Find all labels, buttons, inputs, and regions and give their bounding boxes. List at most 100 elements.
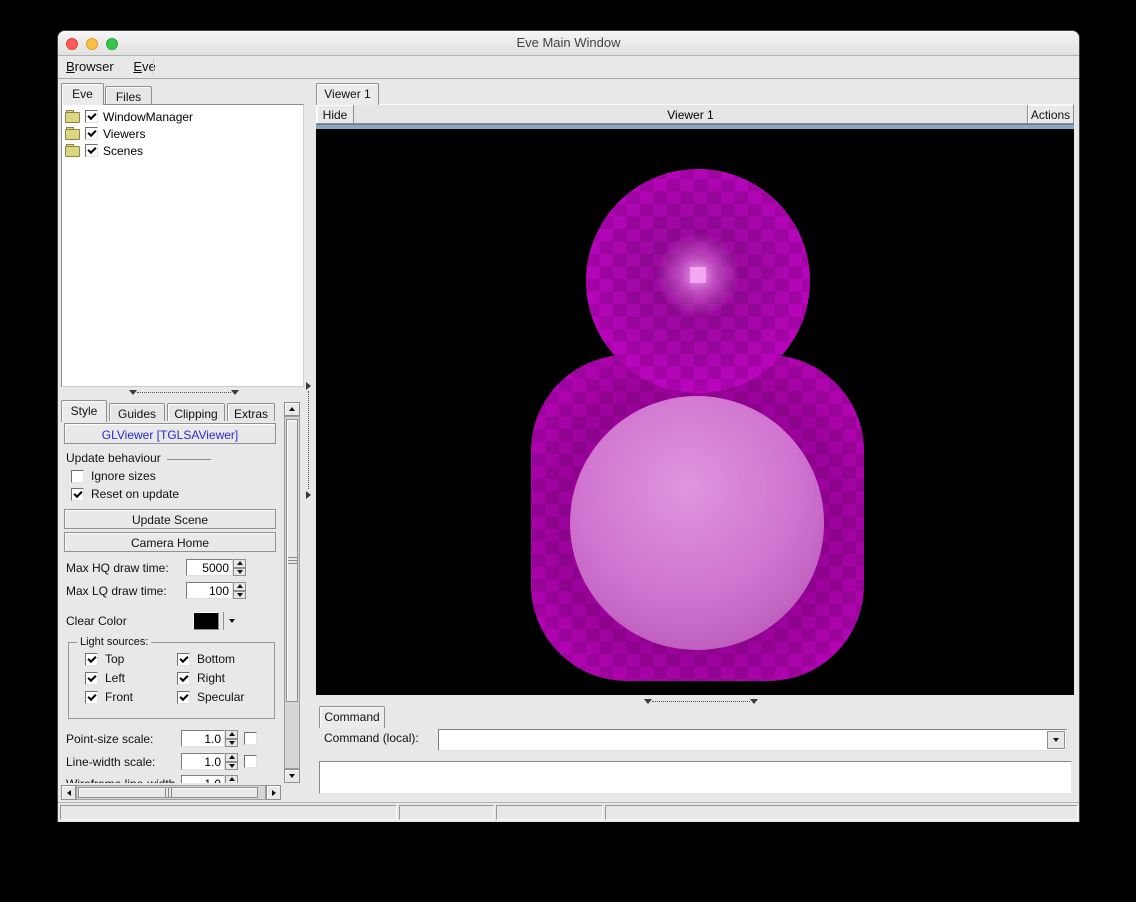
line-width-checkbox[interactable]: [244, 755, 257, 768]
scroll-right-button[interactable]: [266, 785, 281, 800]
column-splitter-collapse-icon[interactable]: [306, 491, 311, 499]
line-width-row: Line-width scale: 1.0: [66, 753, 257, 770]
actions-button[interactable]: Actions: [1027, 105, 1073, 123]
tree-checkbox[interactable]: [85, 144, 98, 157]
spin-up-icon: [237, 584, 243, 588]
eve-main-window: Eve Main Window Browser Eve Eve Files Wi…: [57, 30, 1080, 822]
light-bottom-option[interactable]: Bottom: [177, 652, 235, 666]
gl-viewport[interactable]: [316, 129, 1074, 695]
editor-hscrollbar[interactable]: [76, 785, 266, 800]
reset-on-update-option[interactable]: Reset on update: [71, 487, 179, 501]
tree-editor-splitter[interactable]: [61, 388, 304, 396]
command-output[interactable]: [319, 761, 1072, 794]
tab-viewer-1[interactable]: Viewer 1: [316, 83, 379, 105]
point-size-field[interactable]: 1.0: [181, 730, 225, 747]
max-lq-field[interactable]: 100: [186, 582, 233, 599]
reset-on-update-checkbox[interactable]: [71, 488, 84, 501]
clear-color-swatch[interactable]: [193, 612, 219, 630]
wireframe-spinner[interactable]: [225, 775, 238, 783]
light-left-checkbox[interactable]: [85, 672, 98, 685]
light-front-checkbox[interactable]: [85, 691, 98, 704]
viewer-command-splitter[interactable]: [316, 697, 1074, 705]
editor-vscrollbar[interactable]: [284, 416, 300, 769]
tree-item-windowmanager[interactable]: WindowManager: [65, 108, 303, 125]
hide-button[interactable]: Hide: [317, 105, 354, 123]
glviewer-header-button[interactable]: GLViewer [TGLSAViewer]: [64, 423, 276, 444]
tree-item-label[interactable]: Viewers: [103, 127, 145, 141]
max-hq-row: Max HQ draw time: 5000: [66, 559, 246, 576]
light-bottom-checkbox[interactable]: [177, 653, 190, 666]
scroll-left-button[interactable]: [61, 785, 76, 800]
light-left-option[interactable]: Left: [85, 671, 125, 685]
splitter-collapse-icon[interactable]: [129, 390, 137, 395]
point-size-row: Point-size scale: 1.0: [66, 730, 257, 747]
light-right-option[interactable]: Right: [177, 671, 225, 685]
light-right-label: Right: [197, 671, 225, 685]
light-specular-checkbox[interactable]: [177, 691, 190, 704]
tab-command[interactable]: Command: [319, 706, 385, 728]
command-combobox[interactable]: [438, 729, 1067, 751]
max-hq-field[interactable]: 5000: [186, 559, 233, 576]
command-input[interactable]: [439, 730, 1046, 750]
command-dropdown-button[interactable]: [1047, 731, 1065, 749]
spin-up-icon: [229, 755, 235, 759]
light-top-checkbox[interactable]: [85, 653, 98, 666]
tab-clipping[interactable]: Clipping: [167, 403, 225, 422]
title-bar[interactable]: Eve Main Window: [58, 31, 1079, 56]
point-size-spinner[interactable]: [225, 730, 238, 747]
max-lq-spinner[interactable]: [233, 582, 246, 599]
spin-down-icon: [229, 764, 235, 768]
status-segment: [496, 805, 603, 820]
line-width-field[interactable]: 1.0: [181, 753, 225, 770]
tab-style[interactable]: Style: [61, 400, 107, 422]
menu-eve[interactable]: Eve: [125, 56, 163, 74]
tab-guides[interactable]: Guides: [109, 403, 165, 422]
splitter-dots: [137, 392, 231, 393]
tab-eve[interactable]: Eve: [61, 83, 104, 105]
tree-item-label[interactable]: WindowManager: [103, 110, 193, 124]
light-top-option[interactable]: Top: [85, 652, 124, 666]
hscrollbar-thumb[interactable]: [78, 787, 258, 798]
scroll-up-button[interactable]: [284, 402, 300, 416]
tree-item-viewers[interactable]: Viewers: [65, 125, 303, 142]
max-lq-label: Max LQ draw time:: [66, 584, 186, 598]
tab-extras[interactable]: Extras: [227, 403, 275, 422]
camera-home-button[interactable]: Camera Home: [64, 532, 276, 552]
column-splitter[interactable]: [308, 391, 309, 489]
ignore-sizes-option[interactable]: Ignore sizes: [71, 469, 156, 483]
tree-item-label[interactable]: Scenes: [103, 144, 143, 158]
column-splitter-collapse-icon[interactable]: [306, 382, 311, 390]
spin-up-icon: [237, 561, 243, 565]
light-right-checkbox[interactable]: [177, 672, 190, 685]
splitter-collapse-icon[interactable]: [750, 699, 758, 704]
light-specular-option[interactable]: Specular: [177, 690, 244, 704]
sphere-belly: [570, 396, 824, 650]
point-size-checkbox[interactable]: [244, 732, 257, 745]
splitter-collapse-icon[interactable]: [231, 390, 239, 395]
tree-checkbox[interactable]: [85, 127, 98, 140]
light-front-option[interactable]: Front: [85, 690, 133, 704]
menu-browser[interactable]: Browser: [58, 56, 122, 74]
viewer-title-bar: Hide Viewer 1 Actions: [316, 104, 1074, 124]
glviewer-editor: GLViewer [TGLSAViewer] Update behaviour …: [61, 421, 283, 783]
main-content: Eve Files WindowManager Viewers Scenes: [58, 79, 1079, 802]
wireframe-field[interactable]: 1.0: [181, 775, 225, 783]
folder-icon: [65, 146, 80, 157]
update-scene-button[interactable]: Update Scene: [64, 509, 276, 529]
tree-item-scenes[interactable]: Scenes: [65, 142, 303, 159]
max-hq-spinner[interactable]: [233, 559, 246, 576]
wireframe-row: Wireframe line-width 1.0: [66, 775, 238, 783]
scroll-down-button[interactable]: [284, 769, 300, 783]
reset-on-update-label: Reset on update: [91, 487, 179, 501]
vscrollbar-thumb[interactable]: [286, 419, 298, 702]
tab-files[interactable]: Files: [105, 86, 152, 105]
line-width-spinner[interactable]: [225, 753, 238, 770]
clear-color-dropdown[interactable]: [223, 612, 239, 630]
spin-down-icon: [229, 741, 235, 745]
ignore-sizes-checkbox[interactable]: [71, 470, 84, 483]
tree-checkbox[interactable]: [85, 110, 98, 123]
light-sources-label: Light sources:: [77, 636, 151, 648]
splitter-collapse-icon[interactable]: [644, 699, 652, 704]
max-hq-label: Max HQ draw time:: [66, 561, 186, 575]
chevron-down-icon: [229, 619, 235, 623]
